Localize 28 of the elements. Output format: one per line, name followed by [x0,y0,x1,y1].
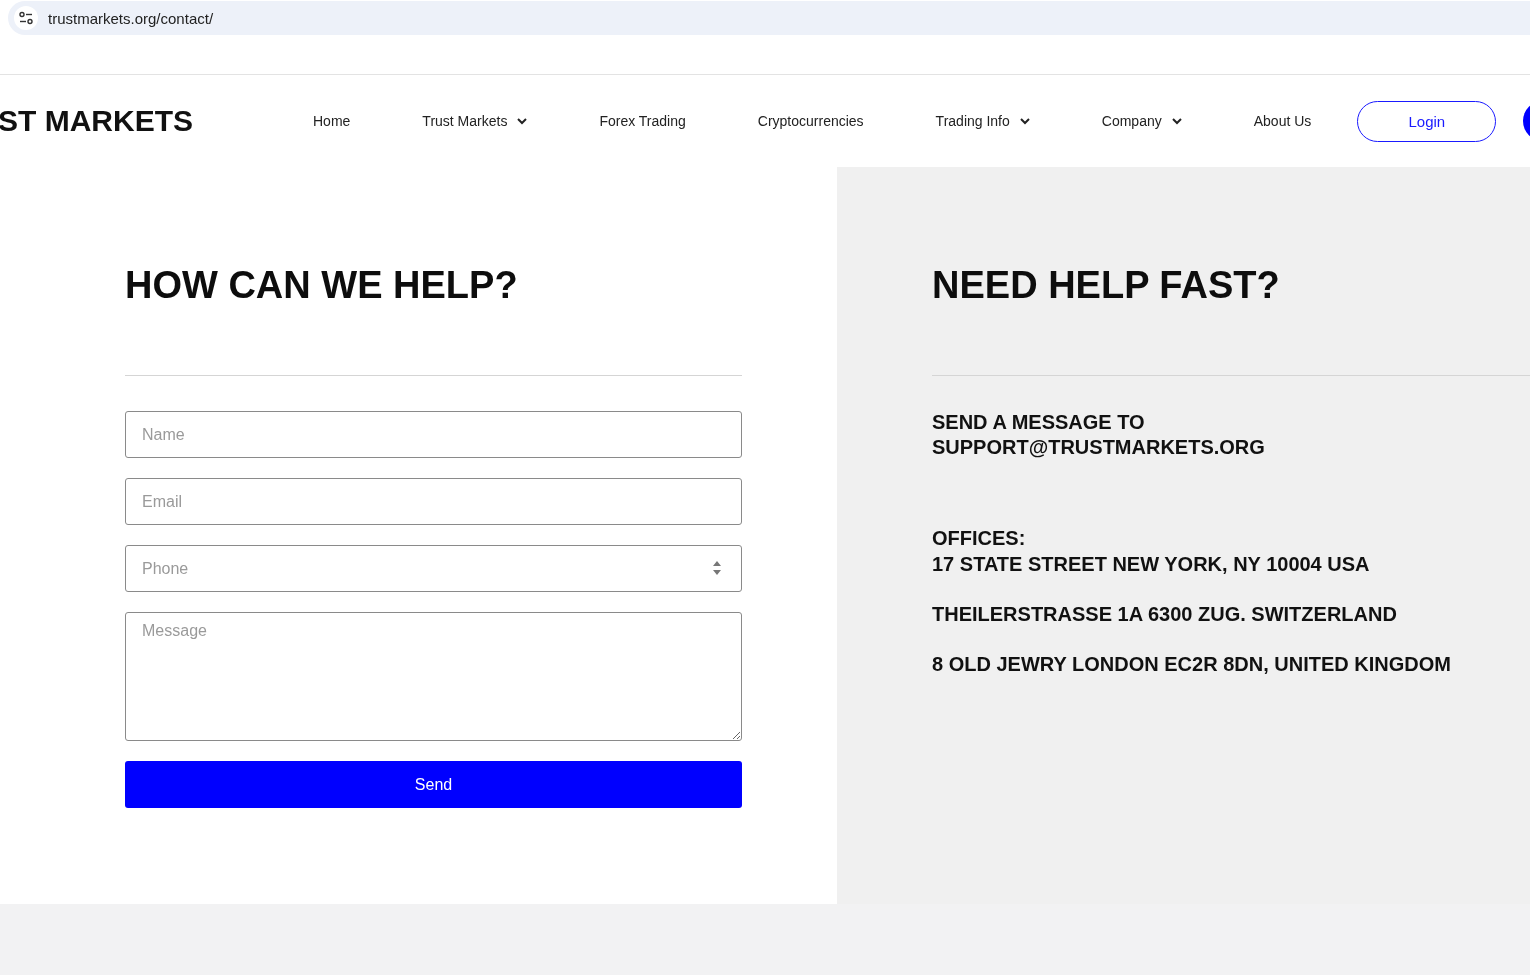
spinner-icon[interactable] [712,559,722,577]
section-heading: HOW CAN WE HELP? [125,265,519,305]
message-field[interactable]: Message [125,612,742,741]
nav-link[interactable]: Home [313,113,351,129]
caret-icon [1019,117,1030,125]
caret-icon [1171,117,1182,125]
nav-link[interactable]: Cryptocurrencies [757,113,864,129]
section-heading: NEED HELP FAST? [932,265,1281,305]
input-field[interactable]: Name [125,411,742,458]
input-field[interactable]: Email [125,478,742,525]
nav-link[interactable]: Company [1101,113,1182,129]
input-field[interactable]: Phone [125,545,742,592]
address-bar[interactable]: trustmarkets.org/contact/ [8,1,1530,35]
office-address: 8 OLD JEWRY LONDON EC2R 8DN, UNITED KINGDOM [932,652,1452,677]
contact-text: SEND A MESSAGE TO [932,410,1146,435]
nav-link[interactable]: About Us [1253,113,1312,129]
nav-link[interactable]: Trading Info [935,113,1030,129]
url-text: trustmarkets.org/contact/ [48,9,214,27]
login-button[interactable]: Login [1357,100,1497,142]
office-address: 17 STATE STREET NEW YORK, NY 10004 USA [932,552,1371,577]
contact-text: SUPPORT@TRUSTMARKETS.ORG [932,435,1266,460]
site-settings-icon[interactable] [14,6,38,30]
office-address: THEILERSTRASSE 1A 6300 ZUG. SWITZERLAND [932,602,1398,627]
offices-label: OFFICES: [932,526,1027,551]
nav-link[interactable]: Forex Trading [599,113,686,129]
send-button[interactable]: Send [125,761,742,808]
caret-icon [517,117,528,125]
nav-link[interactable]: Trust Markets [422,113,528,129]
